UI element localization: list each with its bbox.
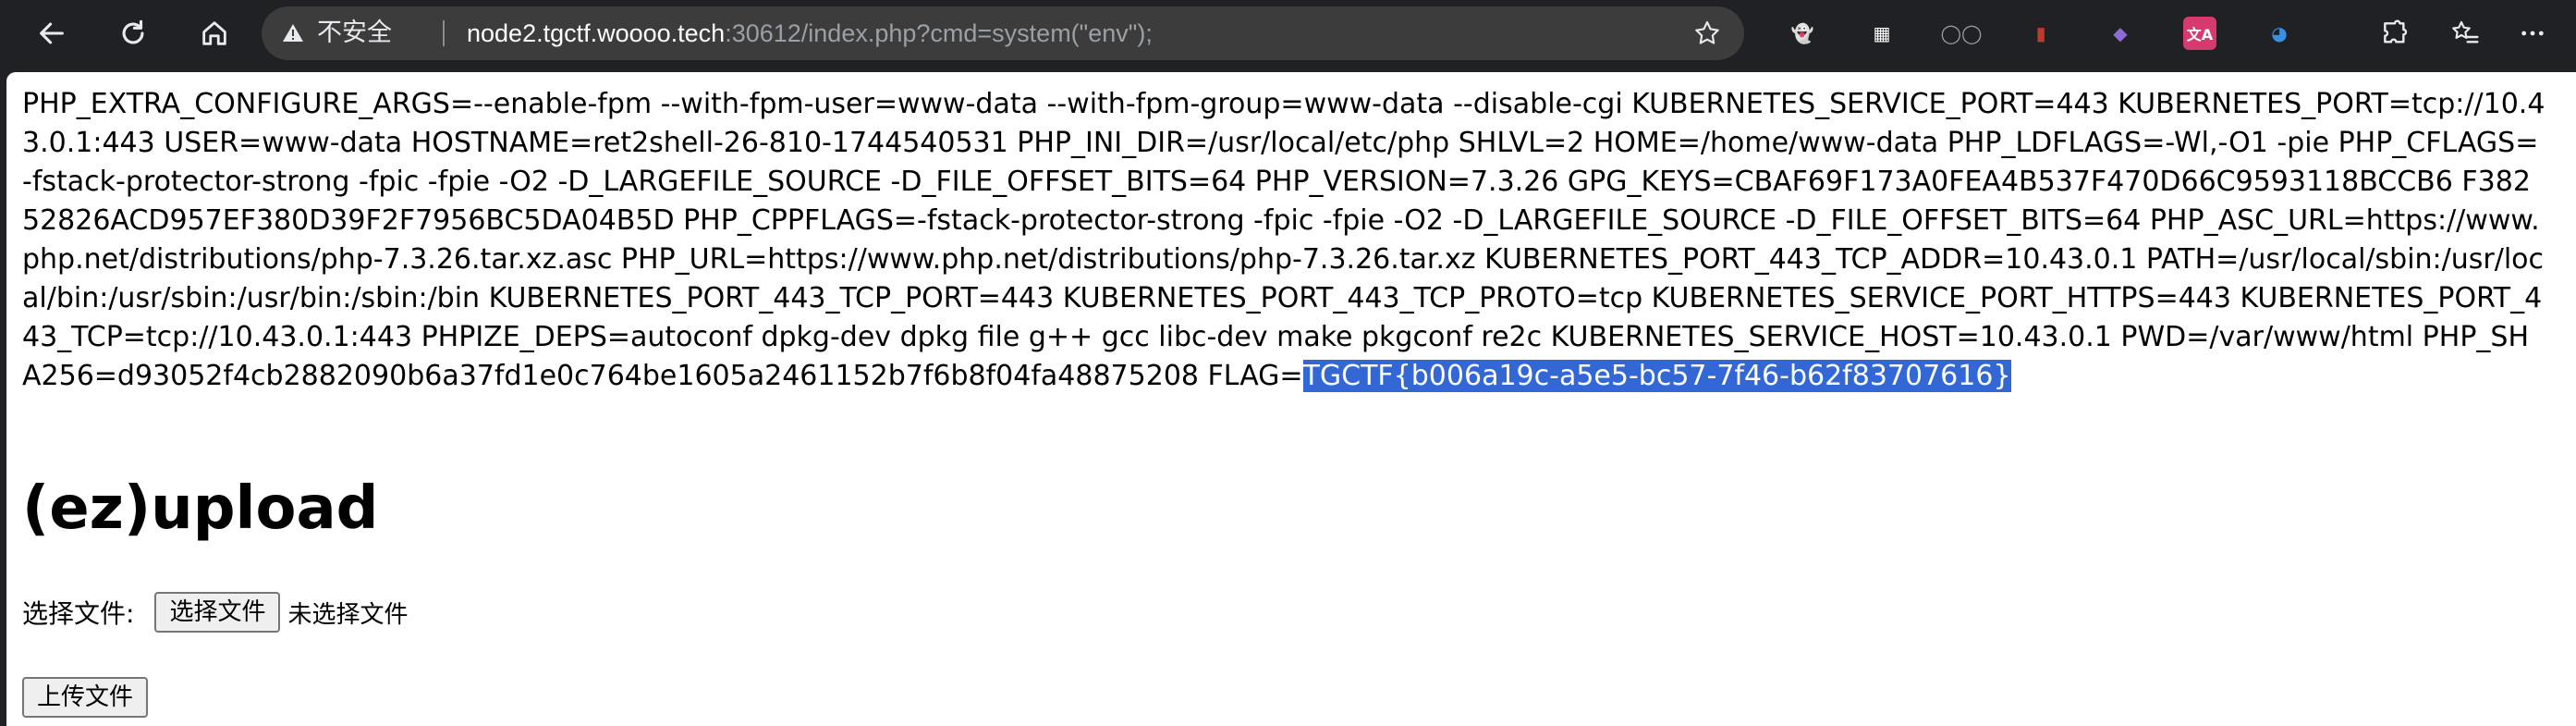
favorites-icon[interactable] bbox=[2443, 11, 2487, 55]
url-path: :30612/index.php?cmd=system("env"); bbox=[725, 19, 1153, 47]
env-text: PHP_EXTRA_CONFIGURE_ARGS=--enable-fpm --… bbox=[22, 88, 2545, 392]
upload-button[interactable]: 上传文件 bbox=[22, 677, 149, 718]
url-host: node2.tgctf.woooo.tech bbox=[467, 19, 726, 47]
url-text[interactable]: node2.tgctf.woooo.tech:30612/index.php?c… bbox=[467, 6, 1153, 60]
page-title: (ez)upload bbox=[22, 474, 379, 543]
file-label: 选择文件: bbox=[22, 598, 135, 629]
more-menu-icon[interactable] bbox=[2510, 11, 2555, 55]
no-file-text: 未选择文件 bbox=[287, 600, 409, 629]
extensions-puzzle-icon[interactable] bbox=[2373, 11, 2417, 55]
warning-icon[interactable] bbox=[282, 22, 304, 44]
page-content: PHP_EXTRA_CONFIGURE_ARGS=--enable-fpm --… bbox=[6, 72, 2576, 726]
translate-extension-icon[interactable]: 文A bbox=[2183, 17, 2216, 50]
red-extension-icon[interactable]: ▮ bbox=[2024, 17, 2057, 50]
qr-extension-icon[interactable]: ▦ bbox=[1865, 17, 1898, 50]
purple-extension-icon[interactable]: ◆ bbox=[2104, 17, 2137, 50]
bookmark-star-icon[interactable] bbox=[1692, 18, 1722, 48]
globe-extension-icon[interactable]: ◕ bbox=[2263, 17, 2296, 50]
browser-toolbar: 不安全 node2.tgctf.woooo.tech:30612/index.p… bbox=[0, 0, 2576, 67]
reload-icon[interactable] bbox=[111, 11, 155, 55]
address-separator bbox=[443, 20, 445, 46]
security-label[interactable]: 不安全 bbox=[317, 6, 392, 60]
home-icon[interactable] bbox=[192, 11, 237, 55]
back-icon[interactable] bbox=[30, 11, 74, 55]
reader-extension-icon[interactable]: ◯◯ bbox=[1941, 17, 1983, 50]
choose-file-button[interactable]: 选择文件 bbox=[154, 592, 281, 633]
file-input-row: 选择文件: 选择文件 未选择文件 bbox=[22, 592, 408, 633]
address-bar[interactable]: 不安全 node2.tgctf.woooo.tech:30612/index.p… bbox=[262, 6, 1744, 60]
flag-selection: TGCTF{b006a19c-a5e5-bc57-7f46-b62f837076… bbox=[1302, 360, 2011, 392]
env-output: PHP_EXTRA_CONFIGURE_ARGS=--enable-fpm --… bbox=[22, 85, 2545, 396]
ghost-extension-icon[interactable]: 👻 bbox=[1786, 17, 1819, 50]
